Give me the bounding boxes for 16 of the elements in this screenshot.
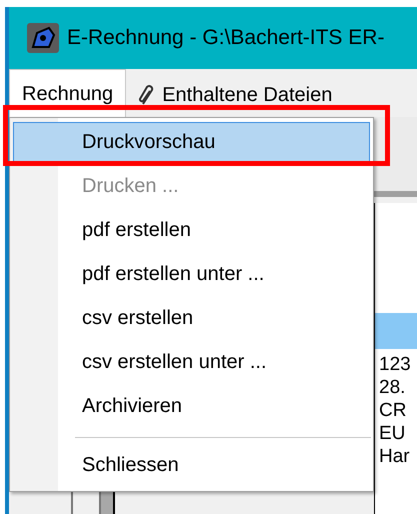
menu-item[interactable]: Archivieren [13, 386, 370, 426]
detail-value: Har [379, 445, 411, 468]
detail-value: 28. [379, 376, 406, 399]
menu-item[interactable]: Schliessen [13, 445, 370, 485]
window-title: E-Rechnung - G:\Bachert-ITS ER- [67, 25, 384, 52]
menu-tab[interactable]: Rechnung [9, 69, 126, 117]
menu-item[interactable]: Druckvorschau [13, 122, 370, 162]
detail-value: CR [379, 399, 408, 422]
menu-item[interactable]: pdf erstellen unter ... [13, 254, 370, 294]
app-logo-icon [27, 23, 59, 53]
menu-item[interactable]: pdf erstellen [13, 210, 370, 250]
menu-item[interactable]: csv erstellen [13, 298, 370, 338]
selected-row [375, 313, 417, 349]
menu-item[interactable]: csv erstellen unter ... [13, 342, 370, 382]
detail-value: EU [379, 422, 406, 445]
detail-value: 123 [379, 353, 412, 376]
